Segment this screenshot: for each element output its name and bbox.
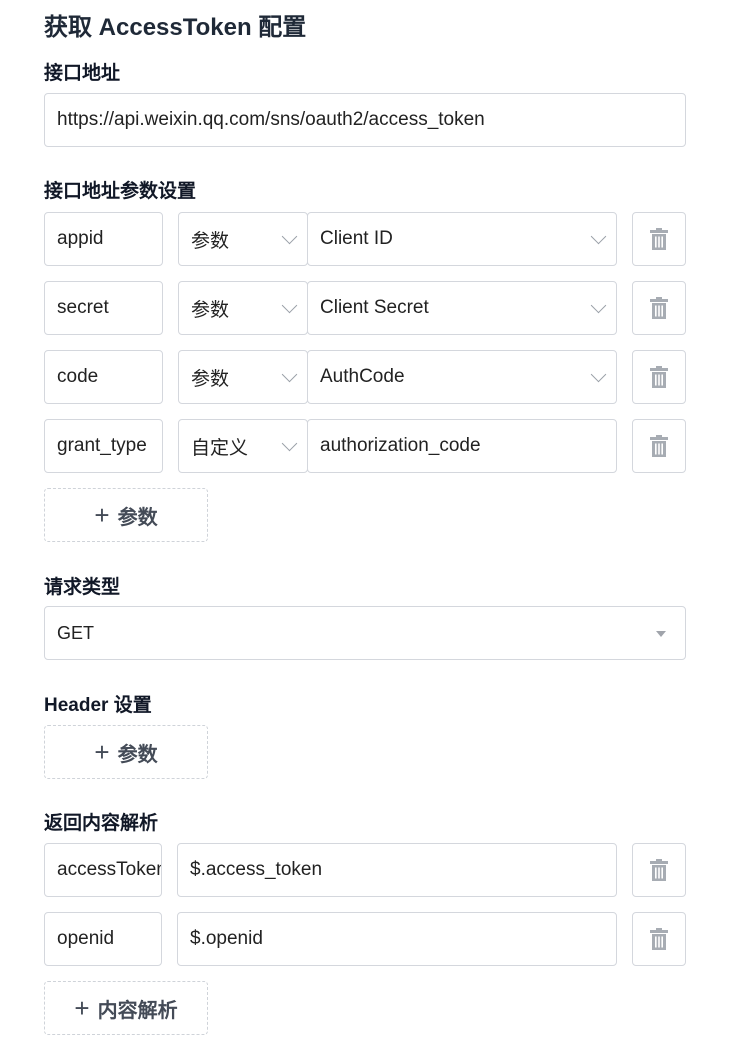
response-key-text: openid <box>57 928 115 949</box>
endpoint-value: https://api.weixin.qq.com/sns/oauth2/acc… <box>57 109 485 130</box>
add-param-label: 参数 <box>117 506 158 529</box>
response-key-input[interactable]: accessToken <box>44 843 162 897</box>
param-type-select[interactable]: 参数 <box>178 350 308 404</box>
plus-icon: + <box>74 993 90 1023</box>
response-path-input[interactable]: $.access_token <box>177 843 617 897</box>
param-value-text: Client ID <box>320 228 393 249</box>
chevron-down-icon <box>590 297 607 314</box>
param-type-text: 参数 <box>191 299 230 321</box>
chevron-down-icon <box>281 228 298 245</box>
param-value-text: AuthCode <box>320 366 405 387</box>
header-label: Header 设置 <box>44 695 152 716</box>
param-key-input[interactable]: appid <box>44 212 163 266</box>
param-type-text: 自定义 <box>191 437 249 459</box>
response-key-input[interactable]: openid <box>44 912 162 966</box>
request-type-value: GET <box>57 622 95 643</box>
param-value-input[interactable]: authorization_code <box>307 419 617 473</box>
param-type-text: 参数 <box>191 368 230 390</box>
add-response-parse-button[interactable]: + 内容解析 <box>44 981 208 1035</box>
add-header-button[interactable]: + 参数 <box>44 725 208 779</box>
plus-icon: + <box>94 500 110 530</box>
param-key-input[interactable]: secret <box>44 281 163 335</box>
param-value-select[interactable]: Client Secret <box>307 281 617 335</box>
param-value-text: Client Secret <box>320 297 429 318</box>
param-type-select[interactable]: 自定义 <box>178 419 308 473</box>
caret-down-icon <box>656 631 666 637</box>
response-path-text: $.openid <box>190 928 263 949</box>
response-label: 返回内容解析 <box>44 813 159 834</box>
page-title: 获取 AccessToken 配置 <box>44 14 307 41</box>
param-value-text: authorization_code <box>320 435 481 456</box>
param-type-select[interactable]: 参数 <box>178 212 308 266</box>
request-type-select[interactable]: GET <box>44 606 686 660</box>
param-value-select[interactable]: Client ID <box>307 212 617 266</box>
trash-icon <box>650 228 668 250</box>
delete-param-button[interactable] <box>632 281 686 335</box>
param-value-select[interactable]: AuthCode <box>307 350 617 404</box>
trash-icon <box>650 435 668 457</box>
param-key-text: code <box>57 366 99 387</box>
add-param-button[interactable]: + 参数 <box>44 488 208 542</box>
delete-response-button[interactable] <box>632 912 686 966</box>
trash-icon <box>650 928 668 950</box>
delete-param-button[interactable] <box>632 419 686 473</box>
trash-icon <box>650 366 668 388</box>
param-key-input[interactable]: grant_type <box>44 419 163 473</box>
endpoint-label: 接口地址 <box>44 63 121 84</box>
request-type-label: 请求类型 <box>44 577 121 598</box>
trash-icon <box>650 297 668 319</box>
chevron-down-icon <box>590 228 607 245</box>
param-type-text: 参数 <box>191 230 230 252</box>
delete-param-button[interactable] <box>632 212 686 266</box>
chevron-down-icon <box>281 297 298 314</box>
param-key-text: appid <box>57 228 104 249</box>
params-label: 接口地址参数设置 <box>44 181 197 202</box>
param-type-select[interactable]: 参数 <box>178 281 308 335</box>
param-key-text: grant_type <box>57 435 147 456</box>
response-path-text: $.access_token <box>190 859 323 880</box>
endpoint-input[interactable]: https://api.weixin.qq.com/sns/oauth2/acc… <box>44 93 686 147</box>
add-response-parse-label: 内容解析 <box>97 999 178 1022</box>
response-key-text: accessToken <box>57 859 161 880</box>
chevron-down-icon <box>590 366 607 383</box>
param-key-input[interactable]: code <box>44 350 163 404</box>
param-key-text: secret <box>57 297 109 318</box>
trash-icon <box>650 859 668 881</box>
response-path-input[interactable]: $.openid <box>177 912 617 966</box>
chevron-down-icon <box>281 435 298 452</box>
plus-icon: + <box>94 737 110 767</box>
add-header-label: 参数 <box>117 743 158 766</box>
chevron-down-icon <box>281 366 298 383</box>
delete-param-button[interactable] <box>632 350 686 404</box>
delete-response-button[interactable] <box>632 843 686 897</box>
